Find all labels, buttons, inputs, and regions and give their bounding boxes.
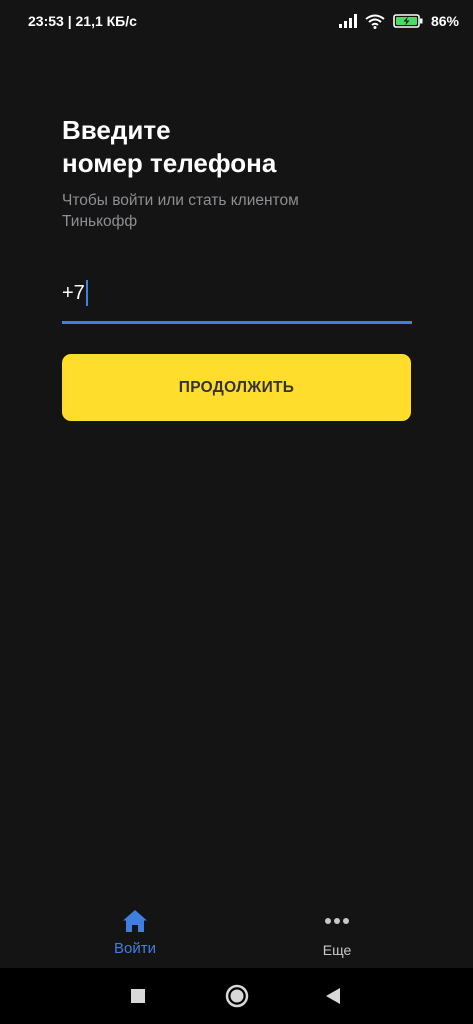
page-title: Введите номер телефона [62, 115, 277, 178]
status-bar: 23:53 | 21,1 КБ/с 86% [0, 0, 473, 42]
battery-percent: 86% [430, 13, 459, 29]
status-icons: 86% [338, 13, 459, 29]
tab-more[interactable]: Еще [277, 908, 397, 964]
phone-value: +7 [62, 281, 85, 304]
tab-login-label: Войти [114, 940, 156, 957]
signal-icon [338, 14, 357, 28]
status-time-speed: 23:53 | 21,1 КБ/с [28, 13, 137, 29]
home-circle-icon[interactable] [223, 982, 251, 1010]
system-nav-bar [0, 968, 473, 1024]
continue-button[interactable]: ПРОДОЛЖИТЬ [62, 354, 411, 421]
home-icon [122, 908, 148, 934]
login-screen: 23:53 | 21,1 КБ/с 86% Введите номер теле… [0, 0, 473, 1024]
tab-login[interactable]: Войти [75, 908, 195, 964]
phone-field[interactable]: +7 [62, 274, 412, 324]
page-subtitle: Чтобы войти или стать клиентом Тинькофф [62, 192, 299, 230]
back-triangle-icon[interactable] [319, 982, 347, 1010]
wifi-icon [365, 14, 385, 29]
text-caret [85, 280, 88, 306]
battery-charging-icon [393, 14, 423, 28]
phone-input[interactable]: +7 [62, 278, 88, 308]
tab-more-label: Еще [322, 942, 352, 958]
login-form: Введите номер телефона Чтобы войти или с… [62, 114, 412, 421]
more-dots-icon [324, 908, 350, 934]
recents-square-icon[interactable] [124, 982, 152, 1010]
bottom-tab-bar: Войти Еще [0, 900, 473, 968]
